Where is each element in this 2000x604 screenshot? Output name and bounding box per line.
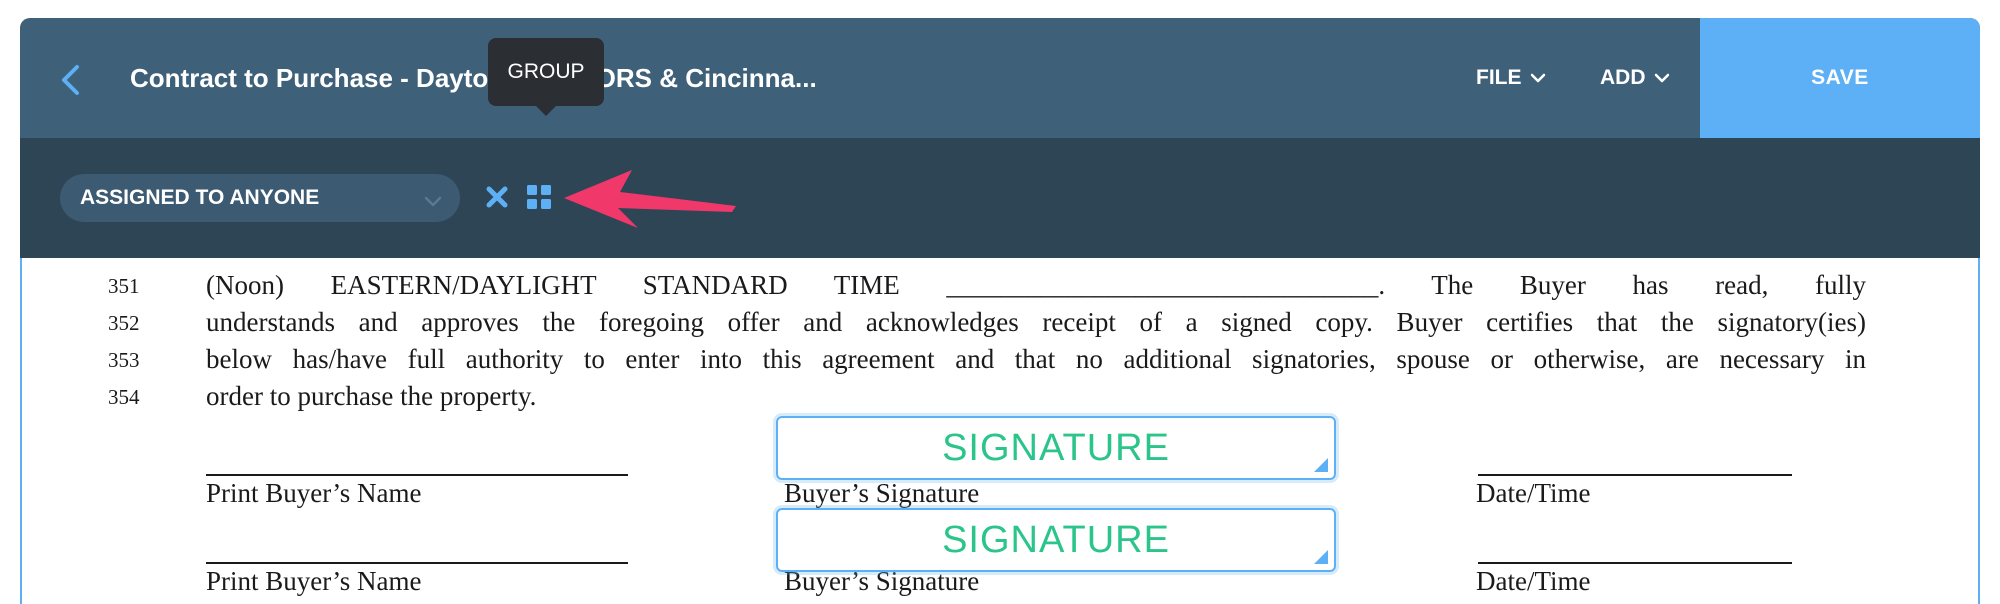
editor-window: Contract to Purchase - Dayton REALTORS &… xyxy=(20,18,1980,604)
chevron-down-icon xyxy=(1530,73,1546,83)
buyer-name-line xyxy=(206,562,628,564)
date-time-line xyxy=(1478,474,1792,476)
annotation-arrow-icon xyxy=(560,168,740,237)
buyer-name-line xyxy=(206,474,628,476)
buyer-name-label: Print Buyer’s Name xyxy=(206,478,422,508)
signature-field[interactable]: SIGNATURE xyxy=(776,416,1336,480)
add-menu-label: ADD xyxy=(1600,66,1646,89)
file-menu-label: FILE xyxy=(1476,66,1522,89)
signature-field-label: SIGNATURE xyxy=(942,518,1170,561)
document-line: (Noon) EASTERN/DAYLIGHT STANDARD TIME __… xyxy=(206,270,1866,300)
document-line: order to purchase the property. xyxy=(206,381,537,411)
file-menu-button[interactable]: FILE xyxy=(1476,58,1546,98)
buyer-signature-label: Buyer’s Signature xyxy=(784,478,980,508)
document-line: understands and approves the foregoing o… xyxy=(206,307,1866,337)
signature-field-label: SIGNATURE xyxy=(942,426,1170,469)
toolbar: ASSIGNED TO ANYONE xyxy=(20,138,1980,258)
back-button[interactable] xyxy=(50,60,90,100)
line-number: 353 xyxy=(108,348,140,372)
close-icon xyxy=(486,186,508,208)
date-time-label: Date/Time xyxy=(1476,478,1591,508)
signature-field[interactable]: SIGNATURE xyxy=(776,508,1336,572)
assignee-select[interactable]: ASSIGNED TO ANYONE xyxy=(60,174,460,222)
group-tooltip: GROUP xyxy=(488,38,604,116)
resize-handle-icon[interactable] xyxy=(1314,550,1328,564)
line-number: 354 xyxy=(108,385,140,409)
line-number: 352 xyxy=(108,311,140,335)
save-button[interactable]: SAVE xyxy=(1700,18,1980,138)
header-bar: Contract to Purchase - Dayton REALTORS &… xyxy=(20,18,1980,138)
add-menu-button[interactable]: ADD xyxy=(1600,58,1670,98)
document-title: Contract to Purchase - Dayton REALTORS &… xyxy=(130,63,817,93)
resize-handle-icon[interactable] xyxy=(1314,458,1328,472)
buyer-name-label: Print Buyer’s Name xyxy=(206,566,422,596)
chevron-down-icon xyxy=(424,190,442,214)
group-button[interactable] xyxy=(524,182,554,212)
document-page: 351 (Noon) EASTERN/DAYLIGHT STANDARD TIM… xyxy=(20,258,1980,604)
clear-filter-button[interactable] xyxy=(482,182,512,212)
date-time-label: Date/Time xyxy=(1476,566,1591,596)
line-number: 351 xyxy=(108,274,140,298)
grid-icon xyxy=(527,185,551,209)
date-time-line xyxy=(1478,562,1792,564)
assignee-select-value: ASSIGNED TO ANYONE xyxy=(80,186,320,209)
chevron-left-icon xyxy=(62,65,79,95)
chevron-down-icon xyxy=(1654,73,1670,83)
document-line: below has/have full authority to enter i… xyxy=(206,344,1866,374)
